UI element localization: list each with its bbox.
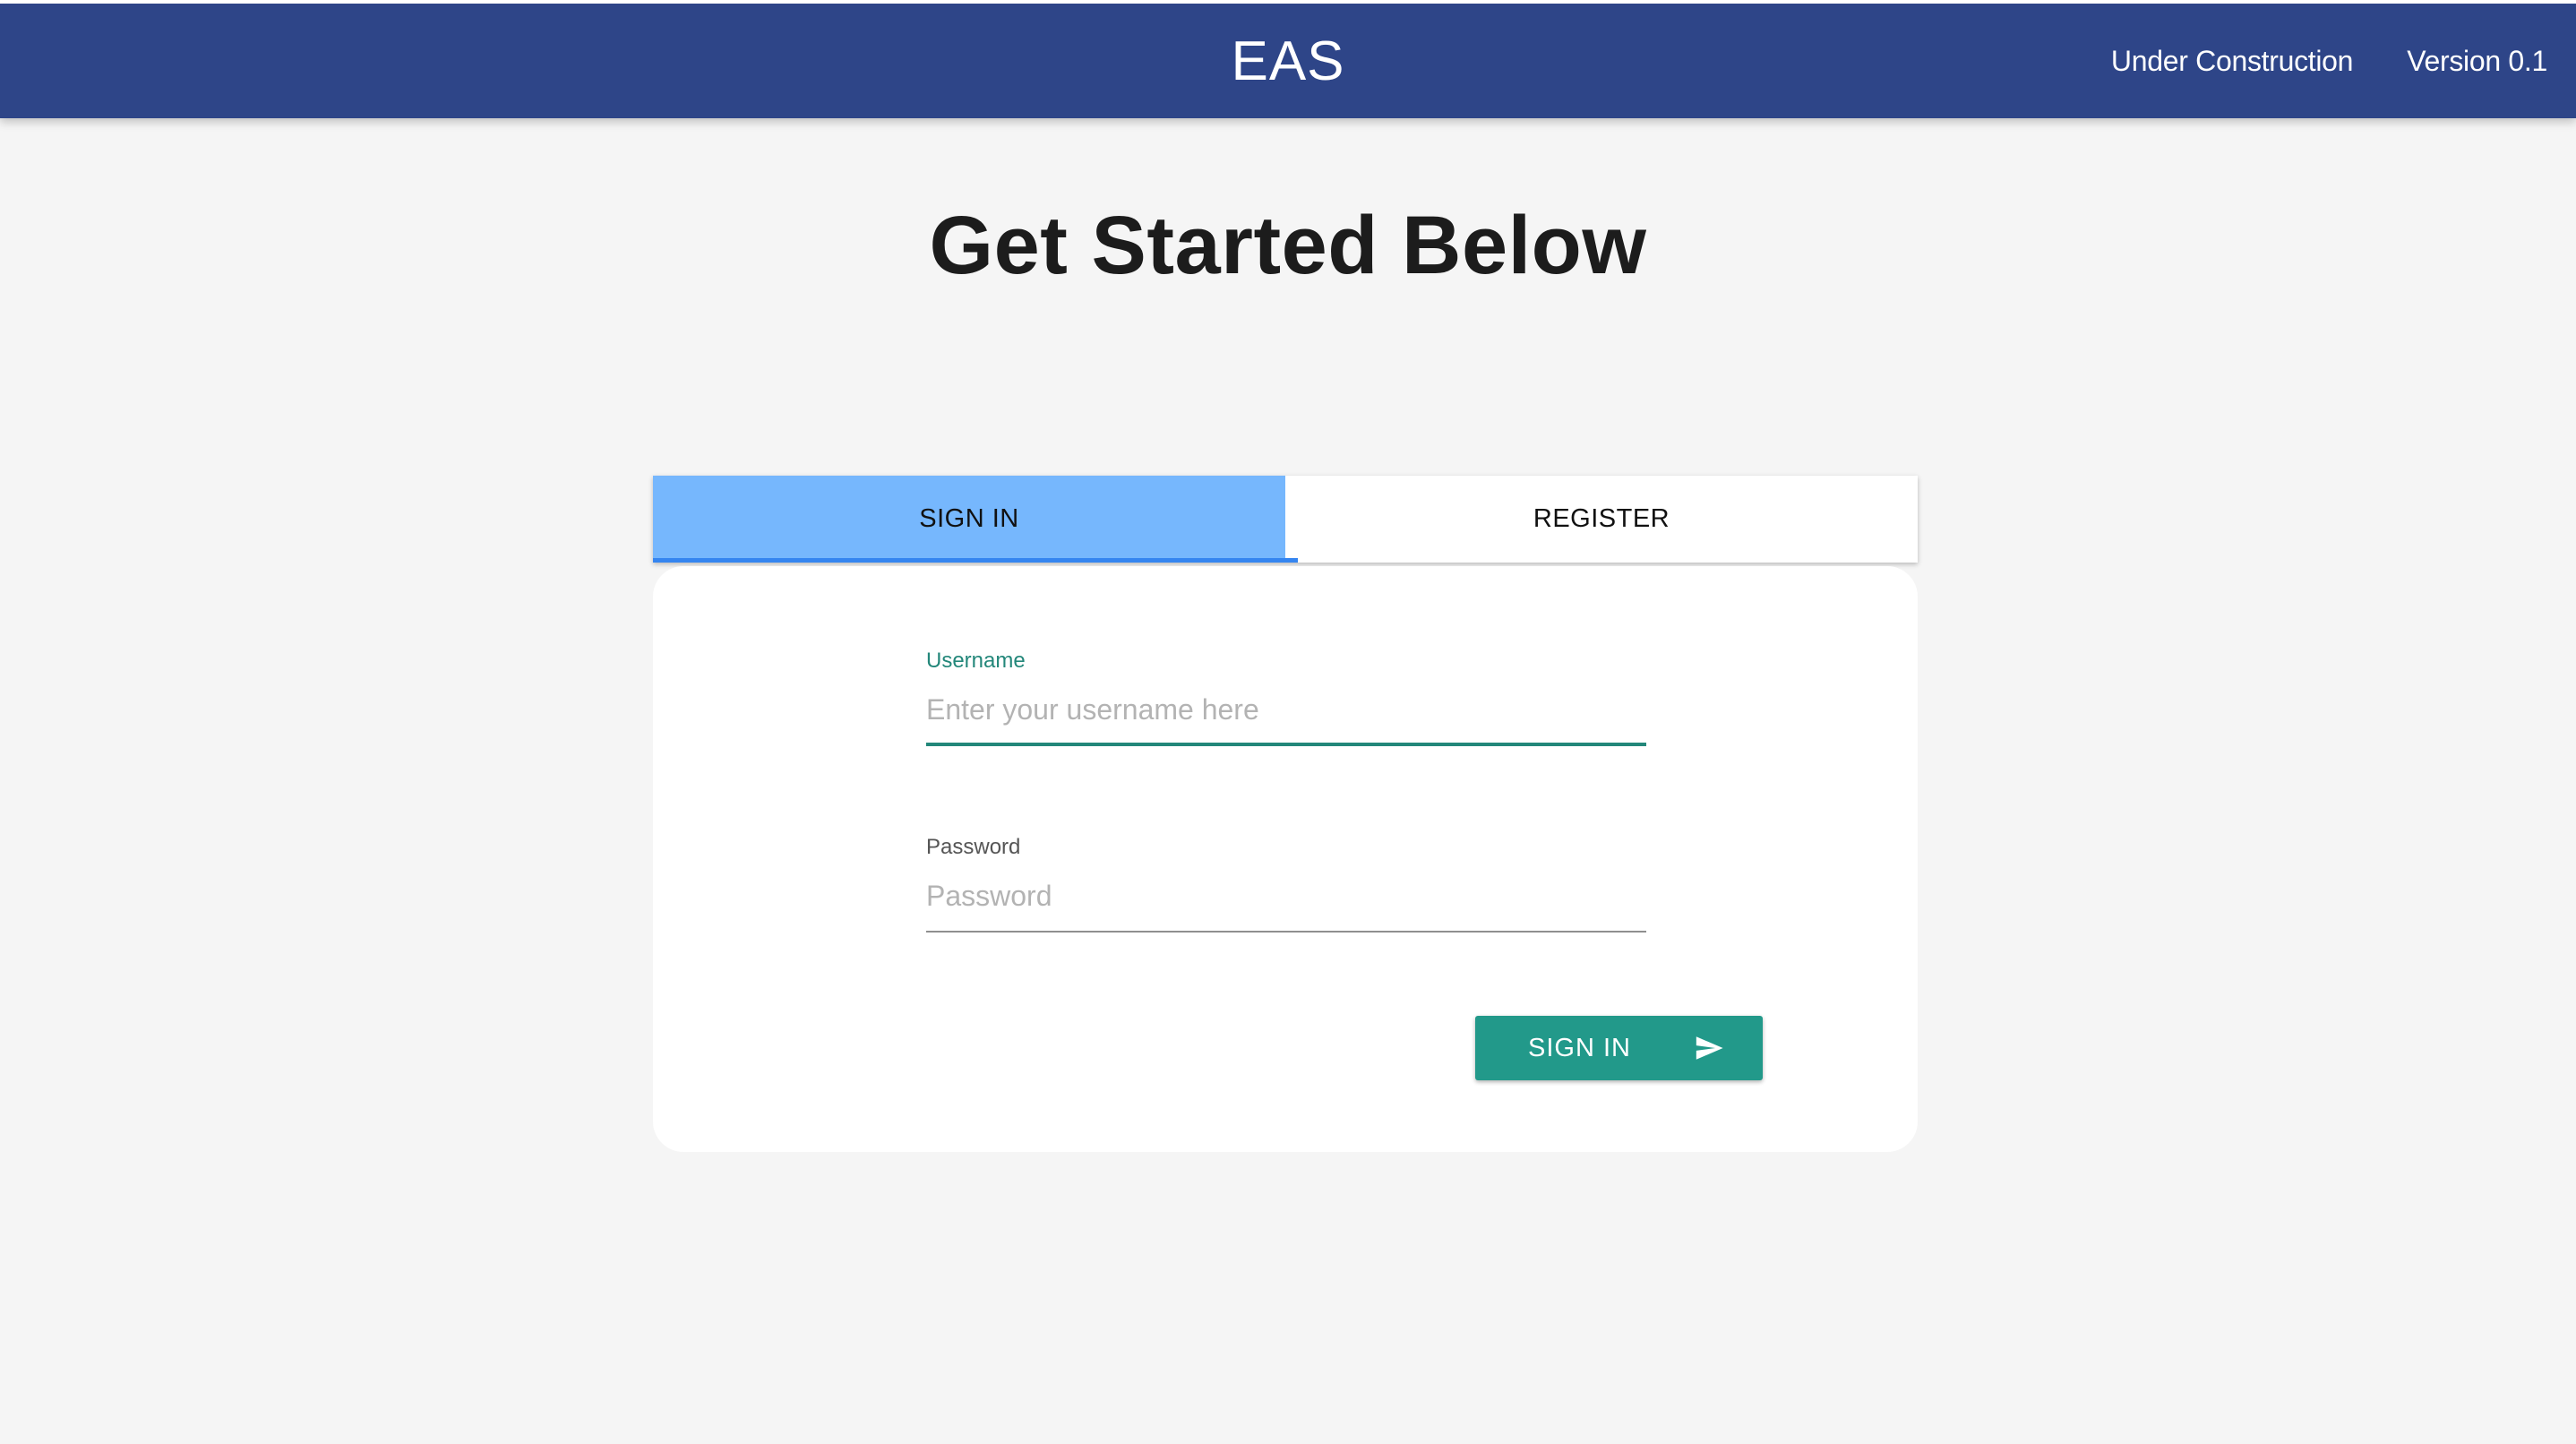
- tab-sign-in[interactable]: SIGN IN: [653, 476, 1285, 563]
- header-nav: Under Construction Version 0.1: [2111, 4, 2547, 118]
- auth-tabs: SIGN IN REGISTER: [653, 476, 1918, 563]
- tab-register[interactable]: REGISTER: [1285, 476, 1918, 563]
- sign-in-button[interactable]: SIGN IN: [1475, 1016, 1763, 1080]
- top-app-bar: EAS Under Construction Version 0.1: [0, 0, 2576, 118]
- tab-sign-in-label: SIGN IN: [919, 504, 1019, 533]
- password-field: Password: [926, 835, 1646, 933]
- password-input[interactable]: [926, 880, 1646, 933]
- sign-in-card: Username Password SIGN IN: [653, 566, 1918, 1152]
- page-title: Get Started Below: [929, 200, 1647, 291]
- username-input[interactable]: [926, 693, 1646, 746]
- send-icon: [1696, 1036, 1723, 1060]
- username-field: Username: [926, 649, 1646, 746]
- sign-in-button-label: SIGN IN: [1528, 1033, 1631, 1062]
- nav-link-under-construction[interactable]: Under Construction: [2111, 45, 2354, 78]
- active-tab-indicator: [653, 558, 1298, 563]
- tab-register-label: REGISTER: [1533, 504, 1670, 533]
- password-label: Password: [926, 835, 1021, 859]
- username-label: Username: [926, 649, 1026, 673]
- nav-link-version[interactable]: Version 0.1: [2407, 45, 2547, 78]
